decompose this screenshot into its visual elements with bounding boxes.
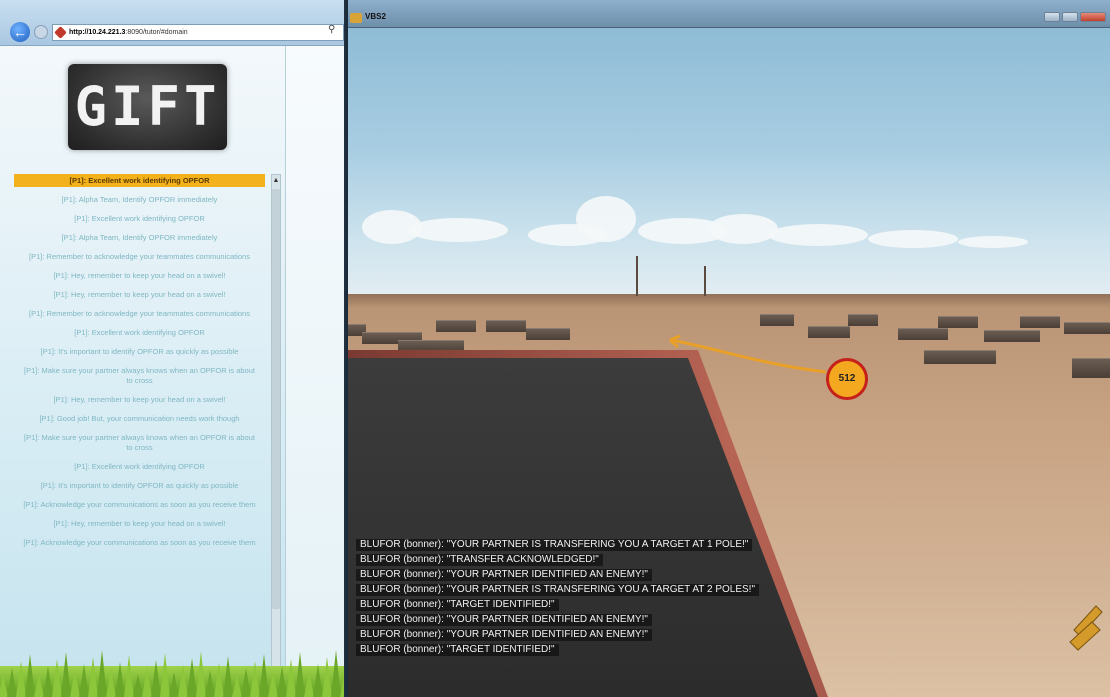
feedback-item[interactable]: [P1]: Make sure your partner always know… xyxy=(14,366,265,386)
gift-logo-text: GIFT xyxy=(74,75,221,138)
feedback-item[interactable]: [P1]: Excellent work identifying OPFOR xyxy=(14,174,265,187)
gift-logo: GIFT xyxy=(68,64,227,150)
game-window: VBS2 512 BLUFOR (bonner): "YOUR PARTNER … xyxy=(348,0,1110,697)
grass-footer-decoration xyxy=(0,650,344,697)
tutor-content: GIFT [P1]: Excellent work identifying OP… xyxy=(0,46,285,697)
minimize-button[interactable] xyxy=(1044,12,1060,22)
feedback-item[interactable]: [P1]: Remember to acknowledge your teamm… xyxy=(14,309,265,319)
feedback-item[interactable]: [P1]: Excellent work identifying OPFOR xyxy=(14,328,265,338)
feedback-item[interactable]: [P1]: Hey, remember to keep your head on… xyxy=(14,395,265,405)
app-icon xyxy=(350,13,362,23)
feedback-item[interactable]: [P1]: Remember to acknowledge your teamm… xyxy=(14,252,265,262)
target-path xyxy=(669,338,827,374)
chat-log: BLUFOR (bonner): "YOUR PARTNER IS TRANSF… xyxy=(356,534,786,656)
window-controls xyxy=(1042,12,1106,24)
forward-button[interactable] xyxy=(34,25,48,39)
browser-toolbar: ← http://10.24.221.3:8090/tutor/#domain … xyxy=(0,0,344,46)
feedback-item[interactable]: [P1]: Alpha Team, Identify OPFOR immedia… xyxy=(14,233,265,243)
scrollbar-thumb[interactable] xyxy=(272,189,280,609)
feedback-item[interactable]: [P1]: It's important to identify OPFOR a… xyxy=(14,347,265,357)
feedback-item[interactable]: [P1]: Acknowledge your communications as… xyxy=(14,500,265,510)
feedback-item[interactable]: [P1]: Hey, remember to keep your head on… xyxy=(14,290,265,300)
feedback-item[interactable]: [P1]: It's important to identify OPFOR a… xyxy=(14,481,265,491)
feedback-item[interactable]: [P1]: Alpha Team, Identify OPFOR immedia… xyxy=(14,195,265,205)
chat-row: BLUFOR (bonner): "TARGET IDENTIFIED!" xyxy=(356,639,786,656)
feedback-item[interactable]: [P1]: Hey, remember to keep your head on… xyxy=(14,519,265,529)
chat-row: BLUFOR (bonner): "YOUR PARTNER IDENTIFIE… xyxy=(356,564,786,581)
chat-row: BLUFOR (bonner): "TRANSFER ACKNOWLEDGED!… xyxy=(356,549,786,566)
chat-row: BLUFOR (bonner): "YOUR PARTNER IDENTIFIE… xyxy=(356,609,786,626)
game-titlebar: VBS2 xyxy=(348,0,1110,28)
url-path: :8090/tutor/#domain xyxy=(125,29,188,36)
back-arrow-icon[interactable]: ← xyxy=(10,22,30,42)
search-icon[interactable]: ⚲ xyxy=(328,24,335,35)
feedback-item[interactable]: [P1]: Excellent work identifying OPFOR xyxy=(14,214,265,224)
feedback-item[interactable]: [P1]: Make sure your partner always know… xyxy=(14,433,265,453)
feedback-item[interactable]: [P1]: Excellent work identifying OPFOR xyxy=(14,462,265,472)
scroll-up-arrow-icon[interactable]: ▲ xyxy=(272,175,280,187)
url-host: http://10.24.221.3 xyxy=(69,29,126,36)
tutor-page: GIFT [P1]: Excellent work identifying OP… xyxy=(0,46,344,697)
close-button[interactable] xyxy=(1080,12,1106,22)
grass-blade xyxy=(340,669,344,697)
chat-message: BLUFOR (bonner): "TARGET IDENTIFIED!" xyxy=(356,644,559,656)
page-side-panel xyxy=(285,46,344,697)
feedback-item[interactable]: [P1]: Acknowledge your communications as… xyxy=(14,538,265,548)
chat-row: BLUFOR (bonner): "TARGET IDENTIFIED!" xyxy=(356,594,786,611)
maximize-button[interactable] xyxy=(1062,12,1078,22)
feedback-item[interactable]: [P1]: Hey, remember to keep your head on… xyxy=(14,271,265,281)
target-marker[interactable]: 512 xyxy=(826,358,868,400)
browser-window: ← http://10.24.221.3:8090/tutor/#domain … xyxy=(0,0,346,697)
feedback-item[interactable]: [P1]: Good job! But, your communication … xyxy=(14,414,265,424)
feedback-list[interactable]: [P1]: Excellent work identifying OPFOR [P… xyxy=(14,174,271,684)
chat-row: BLUFOR (bonner): "YOUR PARTNER IS TRANSF… xyxy=(356,534,786,551)
window-title: VBS2 xyxy=(365,12,386,21)
feedback-scrollbar[interactable]: ▲ xyxy=(271,174,281,684)
chat-row: BLUFOR (bonner): "YOUR PARTNER IS TRANSF… xyxy=(356,579,786,596)
weapon-icon xyxy=(1069,605,1103,651)
chat-row: BLUFOR (bonner): "YOUR PARTNER IDENTIFIE… xyxy=(356,624,786,641)
game-viewport[interactable]: 512 BLUFOR (bonner): "YOUR PARTNER IS TR… xyxy=(348,28,1110,697)
address-bar[interactable]: http://10.24.221.3:8090/tutor/#domain xyxy=(52,24,344,41)
